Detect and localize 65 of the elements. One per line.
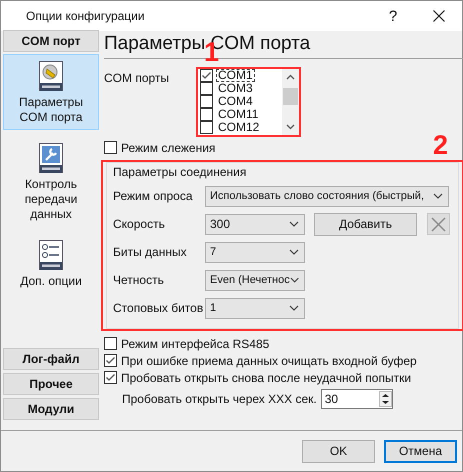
checkbox[interactable]: [104, 371, 117, 384]
close-icon: [431, 216, 446, 232]
field-label: COM порты: [104, 70, 170, 85]
dropdown[interactable]: Использовать слово состояния (быстрый,: [205, 186, 449, 206]
options-list-icon: [38, 240, 64, 271]
port-item[interactable]: COM12: [216, 121, 262, 134]
section-button[interactable]: COM порт: [3, 30, 99, 52]
spin-value: 30: [324, 392, 338, 406]
sidebar-item[interactable]: Доп. опции: [3, 233, 99, 294]
field-label: Режим опроса: [113, 189, 194, 203]
field-label: Четность: [113, 273, 165, 287]
sidebar-item[interactable]: Параметры COM порта: [3, 54, 99, 130]
dialog-button[interactable]: OK: [302, 440, 375, 462]
checkbox[interactable]: [104, 141, 117, 154]
chevron-down-icon: [289, 221, 299, 227]
port-item[interactable]: COM11: [216, 108, 260, 121]
checkbox[interactable]: [200, 95, 213, 108]
chevron-down-icon: [433, 193, 443, 199]
dropdown[interactable]: 300: [205, 214, 305, 234]
field-label: Стоповых битов: [113, 301, 204, 315]
help-button[interactable]: ?: [370, 8, 416, 24]
spinner-arrows-icon: [378, 391, 392, 407]
checkbox[interactable]: [200, 82, 213, 95]
checkbox[interactable]: [200, 108, 213, 121]
section-button[interactable]: Модули: [3, 398, 99, 420]
dropdown[interactable]: Even (Нечетнос: [205, 270, 305, 290]
checkbox[interactable]: [200, 69, 213, 82]
plug-icon: [38, 61, 64, 92]
annotation-number: 2: [432, 132, 448, 159]
port-item[interactable]: COM1: [216, 69, 255, 82]
wrench-icon: [38, 143, 64, 174]
group-title: Параметры соединения: [113, 165, 248, 179]
scrollbar: [282, 69, 299, 135]
checkbox-label: При ошибке приема данных очищать входной буфер: [121, 354, 417, 368]
checkbox[interactable]: [104, 337, 117, 350]
window-title: Опции конфигурации: [26, 9, 146, 23]
field-label: Скорость: [113, 217, 166, 231]
spin-box[interactable]: 30: [320, 389, 393, 409]
checkbox[interactable]: [200, 121, 213, 134]
chevron-down-icon: [290, 277, 299, 283]
dropdown-value: 300: [210, 217, 230, 231]
section-button[interactable]: Прочее: [3, 373, 99, 395]
dropdown-value: 7: [210, 246, 216, 258]
dialog-button[interactable]: Отмена: [384, 440, 457, 462]
dropdown[interactable]: 1: [205, 298, 305, 318]
close-icon[interactable]: [433, 10, 445, 22]
dropdown-value: Использовать слово состояния (быстрый,: [210, 190, 424, 202]
sidebar-item[interactable]: Контроль передачи данных: [3, 136, 99, 227]
delete-button[interactable]: [427, 213, 450, 235]
dropdown-value: 1: [210, 302, 216, 314]
add-button[interactable]: Добавить: [314, 212, 417, 236]
section-button[interactable]: Лог-файл: [3, 348, 99, 370]
checkbox-label: Пробовать открыть снова после неудачной попытки: [121, 370, 412, 384]
dropdown[interactable]: 7: [205, 242, 305, 262]
dropdown-value: Even (Нечетнос: [210, 274, 290, 286]
checkbox-label: Режим слежения: [121, 140, 216, 154]
checkbox-label: Режим интерфейса RS485: [121, 336, 270, 350]
field-label: Биты данных: [113, 245, 188, 259]
checkbox[interactable]: [104, 354, 117, 367]
field-label: Пробовать открыть черех XXX сек.: [122, 392, 317, 406]
port-item[interactable]: COM4: [216, 95, 255, 108]
chevron-down-icon: [289, 305, 299, 311]
port-list[interactable]: COM1 COM3 COM4 COM11 COM12: [198, 69, 299, 135]
port-item[interactable]: COM3: [216, 82, 255, 95]
chevron-down-icon: [289, 249, 299, 255]
